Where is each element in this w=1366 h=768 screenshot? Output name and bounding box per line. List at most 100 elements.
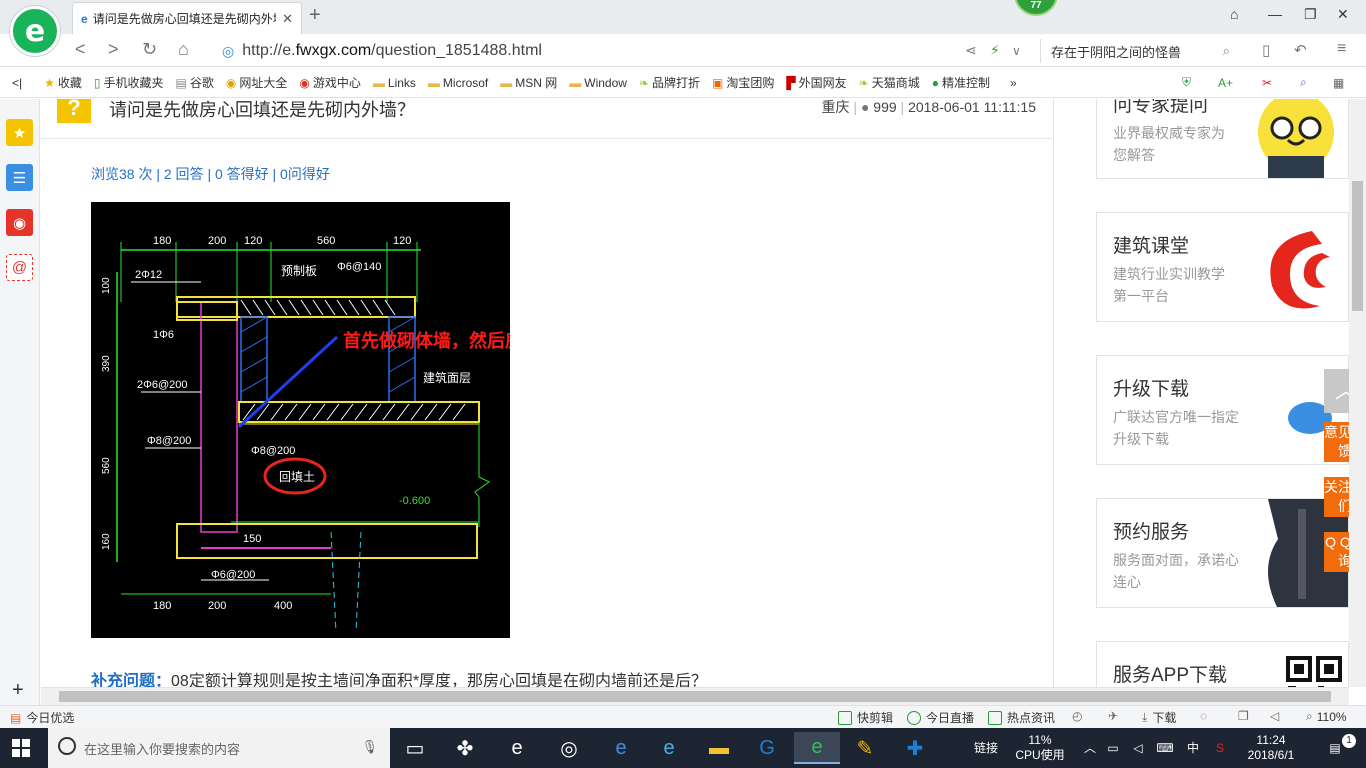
notes-app-icon[interactable]: ✎ — [842, 732, 888, 764]
favorites-icon[interactable]: ★ — [6, 119, 33, 146]
sidecard-app-download[interactable]: 服务APP下载 — [1096, 641, 1349, 687]
sidecard-ask-expert[interactable]: 问专家提问 业界最权威专家为您解答 — [1096, 99, 1349, 179]
refresh-button[interactable]: ↻ — [142, 39, 157, 60]
network-icon[interactable]: ▭ — [1103, 728, 1123, 768]
status-live[interactable]: 今日直播 — [907, 709, 974, 726]
bookmark-item[interactable]: ▯ 手机收藏夹 — [94, 74, 164, 91]
bookmark-item[interactable]: ◉ 网址大全 — [226, 74, 288, 91]
add-sidebar-button[interactable]: + — [12, 679, 24, 702]
bookmark-item[interactable]: ▤ 谷歌 — [176, 74, 214, 91]
ie-browser-app-icon[interactable]: e — [494, 732, 540, 764]
status-quick-edit[interactable]: 快剪辑 — [838, 709, 893, 726]
bookmark-item[interactable]: ▬ Window — [569, 76, 627, 90]
structural-drawing[interactable]: 180 200 120 560 120 100 390 560 160 2Φ12… — [91, 202, 510, 638]
microphone-icon[interactable]: 🎙 — [361, 739, 378, 755]
more-bookmarks-icon[interactable]: » — [1010, 76, 1017, 90]
score-badge[interactable]: 77 — [1014, 0, 1058, 16]
question-user[interactable]: 999 — [873, 99, 896, 115]
share-icon[interactable]: ⋖ — [965, 42, 977, 59]
question-region[interactable]: 重庆 — [822, 99, 850, 115]
new-tab-button[interactable]: + — [309, 4, 321, 27]
browser-logo[interactable]: e — [10, 6, 60, 56]
vertical-scroll-thumb[interactable] — [1352, 181, 1363, 311]
qq-consult-button[interactable]: Q Q咨询 — [1324, 532, 1349, 572]
close-tab-icon[interactable]: ✕ — [282, 11, 293, 27]
grid-icon[interactable]: ▦ — [1333, 76, 1344, 90]
edge-app-icon[interactable]: e — [598, 732, 644, 764]
bookmark-item[interactable]: ▛ 外国网友 — [786, 74, 846, 91]
browser-app-icon[interactable]: e — [794, 732, 840, 764]
bookmark-item[interactable]: ★ 收藏 — [44, 74, 82, 91]
today-picks[interactable]: ▤ 今日优选 — [10, 709, 74, 726]
status-news[interactable]: 热点资讯 — [988, 709, 1055, 726]
shield-icon[interactable]: ⛨ — [1182, 75, 1191, 90]
bookmark-item[interactable]: ▣ 淘宝团购 — [712, 74, 774, 91]
chevron-down-icon[interactable]: ∨ — [1012, 44, 1021, 58]
magnifier-icon[interactable]: ⌕ — [1300, 75, 1307, 90]
sidecard-booking[interactable]: 预约服务 服务面对面，承诺心连心 — [1096, 498, 1349, 608]
status-speed-icon[interactable]: ◴ — [1072, 709, 1082, 723]
weibo-icon[interactable]: ◉ — [6, 209, 33, 236]
task-view-icon[interactable]: ▭ — [392, 732, 438, 764]
horizontal-scrollbar[interactable] — [41, 687, 1349, 705]
plus-app-icon[interactable]: ✚ — [892, 732, 938, 764]
bookmark-item[interactable]: ❧ 品牌打折 — [639, 74, 700, 91]
tray-chevron-icon[interactable]: ︿ — [1080, 728, 1100, 768]
sidecard-upgrade[interactable]: 升级下载 广联达官方唯一指定升级下载 — [1096, 355, 1349, 465]
scissors-icon[interactable]: ✂ — [1262, 76, 1272, 90]
minimize-button[interactable]: — — [1268, 6, 1282, 22]
windows-start-icon[interactable] — [12, 739, 30, 757]
status-window-icon[interactable]: ❐ — [1238, 709, 1249, 723]
dim-bottom-2: 200 — [208, 600, 226, 612]
vertical-scrollbar[interactable] — [1349, 99, 1366, 687]
status-volume-icon[interactable]: ◁ — [1270, 709, 1279, 723]
bookmark-item[interactable]: ▬ MSN 网 — [500, 74, 557, 91]
close-window-button[interactable]: ✕ — [1337, 6, 1349, 23]
home-button[interactable]: ⌂ — [178, 39, 189, 60]
file-explorer-icon[interactable]: ▬ — [696, 732, 742, 764]
volume-icon[interactable]: ◁ — [1128, 728, 1148, 768]
bookmark-item[interactable]: ● 精准控制 — [932, 74, 990, 91]
sidecard-building-class[interactable]: 建筑课堂 建筑行业实训教学第一平台 — [1096, 212, 1349, 322]
undo-icon[interactable]: ↶ — [1294, 41, 1307, 59]
search-icon[interactable]: ⌕ — [1223, 43, 1230, 59]
bookmark-item[interactable]: ◉ 游戏中心 — [299, 74, 361, 91]
translate-icon[interactable]: A+ — [1218, 76, 1233, 90]
status-pin-icon[interactable]: ✈ — [1108, 709, 1118, 723]
zoom-level[interactable]: ⌕ 110% — [1306, 709, 1347, 724]
shirt-icon[interactable]: ⌂ — [1230, 6, 1238, 22]
ie-app-icon[interactable]: e — [646, 732, 692, 764]
sidebar-toggle-icon[interactable]: <| — [12, 76, 22, 90]
links-toolbar[interactable]: 链接 — [965, 728, 1007, 768]
label-elevation: -0.600 — [399, 495, 430, 507]
glodon-app-icon[interactable]: G — [744, 732, 790, 764]
status-download[interactable]: ⤓ 下载 — [1142, 709, 1176, 726]
bookmark-item[interactable]: ❧ 天猫商城 — [859, 74, 920, 91]
sogou-icon[interactable]: S — [1208, 728, 1232, 768]
browser-tab-active[interactable]: e 请问是先做房心回填还是先砌内外墙 ✕ — [72, 2, 302, 34]
reader-icon[interactable]: ☰ — [6, 164, 33, 191]
feedback-button[interactable]: 意见反馈 — [1324, 422, 1349, 462]
back-to-top-button[interactable]: ︿ — [1324, 369, 1349, 413]
bookmark-item[interactable]: ▬ Microsof — [428, 76, 488, 90]
menu-icon[interactable]: ≡ — [1337, 40, 1346, 58]
pinwheel-app-icon[interactable]: ✤ — [442, 732, 488, 764]
phone-icon[interactable]: ▯ — [1262, 41, 1270, 59]
cpu-meter[interactable]: 11% CPU使用 — [1010, 728, 1070, 768]
forward-button[interactable]: > — [108, 39, 119, 60]
follow-us-button[interactable]: 关注我们 — [1324, 477, 1349, 517]
keyboard-icon[interactable]: ⌨ — [1153, 728, 1177, 768]
ime-indicator[interactable]: 中 — [1182, 728, 1204, 768]
lightning-icon[interactable]: ⚡ — [990, 42, 1000, 59]
restore-button[interactable]: ❐ — [1304, 6, 1317, 23]
mail-icon[interactable]: @ — [6, 254, 33, 281]
taskbar-search-input[interactable]: 在这里输入你要搜索的内容 🎙 — [48, 728, 390, 768]
back-button[interactable]: < — [75, 39, 86, 60]
status-clean-icon[interactable]: ◌ — [1200, 709, 1207, 723]
horizontal-scroll-thumb[interactable] — [59, 691, 1331, 702]
clock[interactable]: 11:24 2018/6/1 — [1238, 728, 1304, 768]
bookmark-item[interactable]: ▬ Links — [373, 76, 416, 90]
search-input[interactable]: 存在于阴阳之间的怪兽 ⌕ — [1040, 39, 1240, 63]
address-bar[interactable]: ◎ http://e. fwxgx.com/question_1851488.ht… — [222, 39, 1022, 63]
swirl-app-icon[interactable]: ◎ — [546, 732, 592, 764]
